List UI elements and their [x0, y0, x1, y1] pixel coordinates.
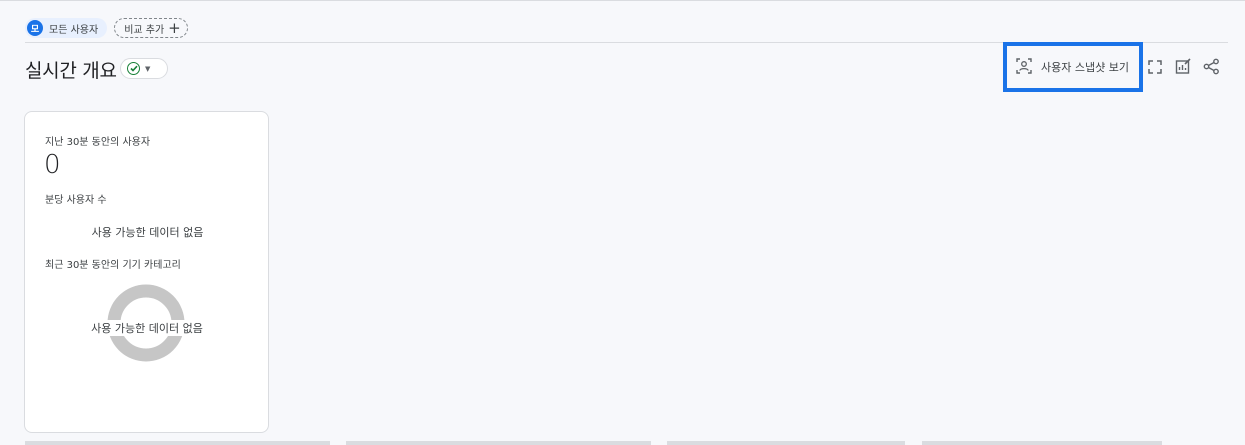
page-title: 실시간 개요: [25, 60, 117, 82]
next-card-top-edge: [922, 441, 1162, 445]
customize-report-icon[interactable]: [1175, 58, 1192, 75]
next-card-top-edge: [667, 441, 905, 445]
fullscreen-icon[interactable]: [1146, 58, 1163, 75]
next-card-top-edge: [25, 441, 330, 445]
users-last-30-min-label: 지난 30분 동안의 사용자: [45, 137, 151, 148]
per-minute-no-data-message: 사용 가능한 데이터 없음: [91, 226, 204, 239]
plus-icon: +: [168, 18, 181, 37]
add-comparison-label: 비교 추가: [124, 24, 165, 36]
share-icon[interactable]: [1203, 58, 1220, 75]
comparison-chip-row: 모 모든 사용자 비교 추가 +: [25, 18, 188, 38]
device-no-data-message: 사용 가능한 데이터 없음: [82, 320, 212, 336]
users-last-30-min-value: 0: [44, 150, 61, 180]
users-per-minute-label: 분당 사용자 수: [45, 195, 107, 206]
realtime-overview-page: 모 모든 사용자 비교 추가 + 실시간 개요 ▼ 사용자 스냅샷 보기 지난 …: [0, 0, 1245, 445]
device-category-label: 최근 30분 동안의 기기 카테고리: [45, 260, 181, 271]
segment-avatar: 모: [27, 20, 43, 36]
chevron-down-icon: ▼: [145, 64, 151, 73]
top-border: [0, 0, 1245, 3]
data-quality-status-dropdown[interactable]: ▼: [120, 58, 168, 79]
view-user-snapshot-button[interactable]: 사용자 스냅샷 보기: [1003, 42, 1143, 92]
next-card-top-edge: [346, 441, 651, 445]
user-snapshot-icon: [1015, 57, 1033, 78]
add-comparison-button[interactable]: 비교 추가 +: [114, 18, 188, 38]
view-user-snapshot-label: 사용자 스냅샷 보기: [1041, 61, 1129, 74]
check-circle-icon: [127, 62, 140, 75]
segment-chip-all-users[interactable]: 모 모든 사용자: [25, 18, 108, 38]
segment-chip-label: 모든 사용자: [49, 24, 99, 36]
realtime-users-card: 지난 30분 동안의 사용자 0 분당 사용자 수 사용 가능한 데이터 없음 …: [24, 111, 269, 433]
